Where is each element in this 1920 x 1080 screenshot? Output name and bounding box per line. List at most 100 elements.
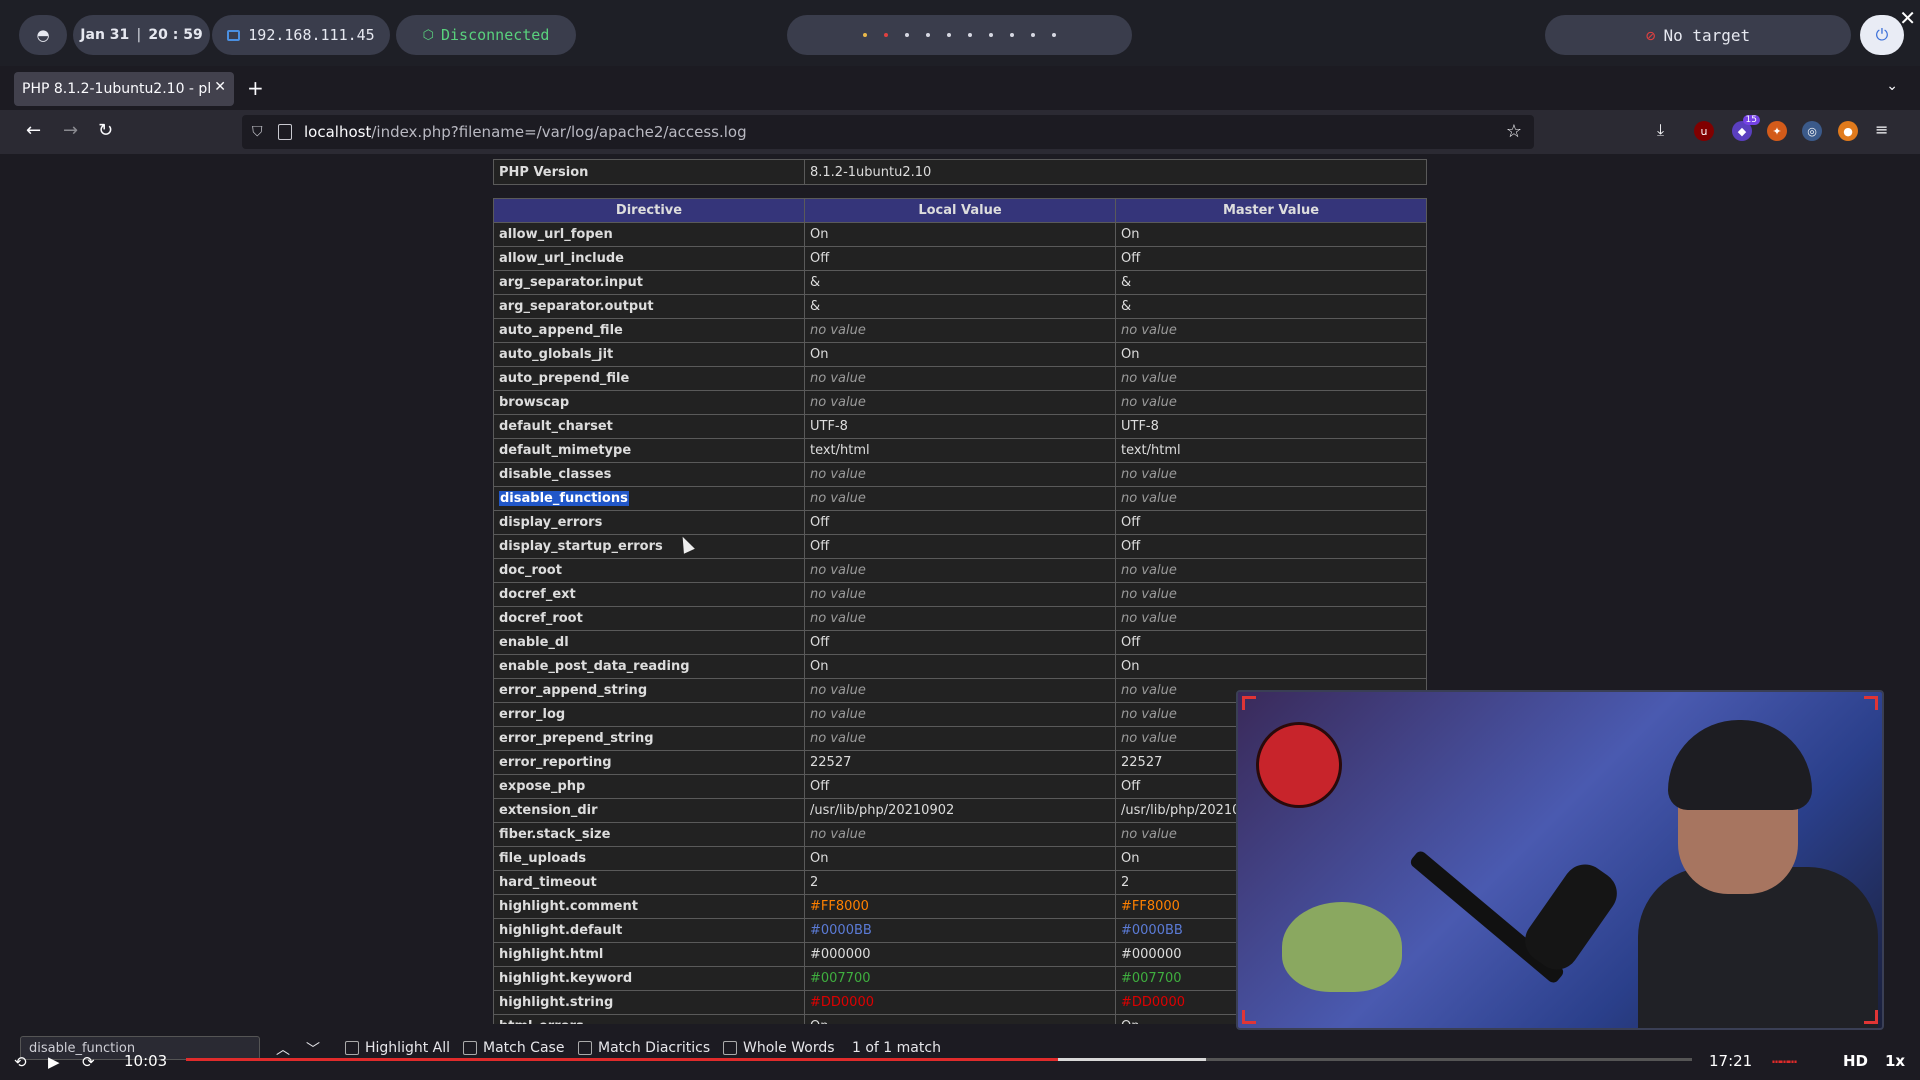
directive-name: disable_functions — [493, 486, 805, 511]
local-value: no value — [804, 390, 1116, 415]
tracking-shield-icon[interactable]: ⛉ — [252, 124, 268, 140]
master-value: Off — [1115, 630, 1427, 655]
master-value: no value — [1115, 462, 1427, 487]
directive-name: extension_dir — [493, 798, 805, 823]
browser-tab[interactable]: PHP 8.1.2-1ubuntu2.10 - phpinfo() ✕ — [14, 72, 234, 106]
workspace-dot[interactable] — [968, 33, 972, 37]
forward-arrow-icon[interactable]: → — [63, 120, 78, 141]
volume-indicator-icon[interactable]: ┅┅┅ — [1772, 1053, 1797, 1071]
target-icon: ⊘ — [1645, 25, 1656, 45]
local-value: /usr/lib/php/20210902 — [804, 798, 1116, 823]
frame-corner — [1864, 1010, 1878, 1024]
local-value: On — [804, 1014, 1116, 1024]
workspace-dot[interactable] — [989, 33, 993, 37]
local-value: no value — [804, 678, 1116, 703]
extension-icon[interactable]: ◆ 15 — [1732, 115, 1760, 141]
directive-name: auto_prepend_file — [493, 366, 805, 391]
table-header-row: Directive Local Value Master Value — [493, 198, 1427, 223]
rewind-10-icon[interactable]: ⟲ — [14, 1053, 27, 1071]
datetime-pill: Jan 31 | 20 : 59 — [73, 15, 210, 55]
extension-badge: 15 — [1742, 115, 1760, 125]
workspace-dot[interactable] — [905, 33, 909, 37]
tab-close-icon[interactable]: ✕ — [214, 79, 226, 95]
directive-name: highlight.default — [493, 918, 805, 943]
directive-name: browscap — [493, 390, 805, 415]
workspace-dot[interactable] — [947, 33, 951, 37]
address-bar[interactable]: ⛉ localhost/index.php?filename=/var/log/… — [242, 115, 1534, 149]
master-value: Off — [1115, 534, 1427, 559]
directive-name: html_errors — [493, 1014, 805, 1024]
browser-tabbar: PHP 8.1.2-1ubuntu2.10 - phpinfo() ✕ + ⌄ — [0, 66, 1920, 110]
master-value: On — [1115, 222, 1427, 247]
local-value: no value — [804, 606, 1116, 631]
master-value: text/html — [1115, 438, 1427, 463]
local-value: On — [804, 342, 1116, 367]
play-icon[interactable]: ▶ — [48, 1053, 60, 1071]
directive-name: arg_separator.input — [493, 270, 805, 295]
master-value: & — [1115, 294, 1427, 319]
cookie-extension-icon[interactable]: ● — [1838, 121, 1858, 141]
local-value: no value — [804, 558, 1116, 583]
workspace-switcher[interactable] — [787, 15, 1132, 55]
table-row: doc_root no value no value — [493, 558, 1427, 583]
table-row: allow_url_fopen On On — [493, 222, 1427, 247]
ip-pill[interactable]: 192.168.111.45 — [212, 15, 390, 55]
workspace-dot[interactable] — [1010, 33, 1014, 37]
menu-logo-button[interactable]: ◓ — [19, 15, 67, 55]
local-value: no value — [804, 486, 1116, 511]
desktop-topbar: ◓ Jan 31 | 20 : 59 192.168.111.45 ⬡ Disc… — [0, 0, 1920, 66]
power-button[interactable]: ⏻ — [1860, 15, 1904, 55]
vpn-status-pill[interactable]: ⬡ Disconnected — [396, 15, 576, 55]
workspace-dot[interactable] — [1052, 33, 1056, 37]
directive-name: auto_append_file — [493, 318, 805, 343]
local-value: #000000 — [804, 942, 1116, 967]
table-row: browscap no value no value — [493, 390, 1427, 415]
wappalyzer-extension-icon[interactable]: ◎ — [1802, 121, 1822, 141]
local-value: Off — [804, 246, 1116, 271]
workspace-dot[interactable] — [1031, 33, 1035, 37]
master-value: On — [1115, 342, 1427, 367]
table-row: arg_separator.output & & — [493, 294, 1427, 319]
new-tab-button[interactable]: + — [247, 76, 264, 100]
workspace-dot[interactable] — [884, 33, 888, 37]
column-header-master-value: Master Value — [1115, 198, 1427, 223]
speed-label[interactable]: 1x — [1885, 1052, 1905, 1070]
page-info-icon[interactable] — [278, 124, 292, 140]
target-pill[interactable]: ⊘ No target — [1545, 15, 1851, 55]
master-value: On — [1115, 654, 1427, 679]
ublock-extension-icon[interactable]: u — [1694, 121, 1714, 141]
hacker-logo-icon — [1256, 722, 1342, 808]
close-icon[interactable]: ✕ — [1899, 6, 1916, 30]
reload-icon[interactable]: ↻ — [98, 120, 113, 141]
directive-name: highlight.comment — [493, 894, 805, 919]
video-player-controls: ⟲ ▶ ⟳ 10:03 17:21 ┅┅┅ HD 1x — [0, 1052, 1920, 1080]
hamburger-menu-icon[interactable]: ≡ — [1875, 120, 1888, 139]
master-value: no value — [1115, 558, 1427, 583]
table-row: auto_append_file no value no value — [493, 318, 1427, 343]
table-row: allow_url_include Off Off — [493, 246, 1427, 271]
master-value: no value — [1115, 366, 1427, 391]
master-value: no value — [1115, 486, 1427, 511]
bookmark-star-icon[interactable]: ☆ — [1506, 121, 1522, 142]
workspace-dot[interactable] — [863, 33, 867, 37]
local-value: & — [804, 270, 1116, 295]
directive-name: highlight.keyword — [493, 966, 805, 991]
list-tabs-chevron-icon[interactable]: ⌄ — [1886, 78, 1898, 94]
time-label: 20 : 59 — [148, 27, 203, 43]
find-highlight: disable_functions — [499, 491, 629, 506]
workspace-dot[interactable] — [926, 33, 930, 37]
foxyproxy-extension-icon[interactable]: ✦ — [1767, 121, 1787, 141]
directive-name: fiber.stack_size — [493, 822, 805, 847]
directive-name: enable_post_data_reading — [493, 654, 805, 679]
download-icon[interactable]: ⤓ — [1657, 120, 1664, 140]
quality-label[interactable]: HD — [1843, 1052, 1868, 1070]
column-header-directive: Directive — [493, 198, 805, 223]
table-row: auto_globals_jit On On — [493, 342, 1427, 367]
url-text[interactable]: localhost/index.php?filename=/var/log/ap… — [304, 123, 747, 141]
local-value: text/html — [804, 438, 1116, 463]
forward-10-icon[interactable]: ⟳ — [82, 1053, 95, 1071]
local-value: #DD0000 — [804, 990, 1116, 1015]
back-arrow-icon[interactable]: ← — [26, 120, 41, 141]
local-value: Off — [804, 510, 1116, 535]
table-row: disable_functions no value no value — [493, 486, 1427, 511]
